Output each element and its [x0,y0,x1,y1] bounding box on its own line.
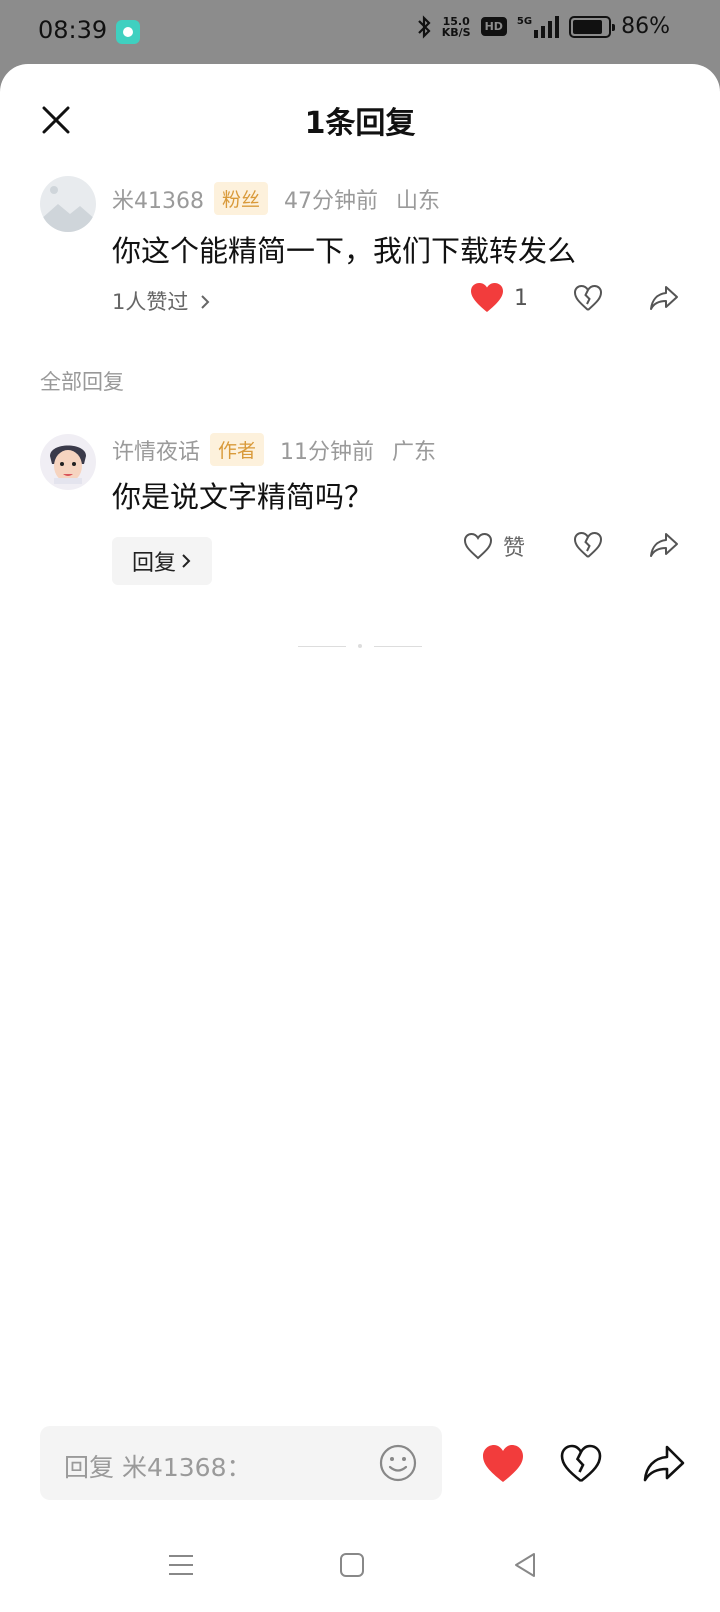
all-replies-label: 全部回复 [40,370,124,394]
comment-location: 山东 [396,188,441,214]
status-bar: 08:39 15.0 KB/S HD 5G 86% [0,0,720,64]
app-notification-icon [116,20,140,44]
reply-like-button[interactable]: 赞 [463,530,525,562]
heart-filled-icon [471,283,503,312]
signal-icon: 5G [517,15,560,38]
hd-icon: HD [480,17,507,36]
reply-username[interactable]: 许情夜话 [112,434,200,466]
system-navigation-bar [0,1522,720,1612]
dislike-button-icon[interactable] [560,1444,602,1484]
avatar-placeholder-icon [40,176,96,232]
back-icon[interactable] [510,1550,540,1580]
cartoon-avatar-icon [40,434,96,490]
menu-icon[interactable] [166,1550,196,1580]
end-of-list-divider [298,644,422,648]
avatar[interactable] [40,176,96,232]
share-icon[interactable] [649,531,679,559]
reply-button[interactable]: 回复 [112,537,212,585]
reply-time: 11分钟前 [280,439,375,465]
comment-meta: 米41368 粉丝 47分钟前 山东 [112,182,440,215]
likes-link[interactable]: 1人赞过 [112,286,211,316]
network-speed: 15.0 KB/S [441,14,471,39]
like-button-heart-icon[interactable] [482,1444,524,1484]
status-icons: 15.0 KB/S HD 5G 86% [416,14,670,39]
battery-icon [569,15,616,38]
chevron-right-icon [201,295,210,309]
home-icon[interactable] [337,1550,367,1580]
battery-percent: 86% [621,14,670,39]
reply-input[interactable]: 回复 米41368： [40,1426,442,1500]
comment-time: 47分钟前 [284,188,379,214]
reply-location: 广东 [392,439,437,465]
reply-text[interactable]: 你是说文字精简吗？ [112,474,373,516]
dislike-icon[interactable] [573,284,603,312]
reply-meta: 许情夜话 作者 11分钟前 广东 [112,433,436,466]
comment-text[interactable]: 你这个能精简一下，我们下载转发么 [112,228,576,270]
comment-username[interactable]: 米41368 [112,183,204,215]
author-badge: 作者 [210,433,265,466]
share-icon[interactable] [649,284,679,312]
reply-like-label: 赞 [503,536,526,561]
heart-outline-icon [463,532,493,560]
comment-like-count: 1 [514,285,528,311]
comment-like-button[interactable]: 1 [470,282,528,314]
avatar[interactable] [40,434,96,490]
chevron-right-icon [182,554,191,568]
share-button-icon[interactable] [642,1444,686,1484]
sheet-title: 1条回复 [304,106,416,141]
status-time: 08:39 [38,16,108,44]
replies-sheet: 1条回复 米41368 粉丝 47分钟前 山东 你这个能精简一下，我们下载转发么… [0,64,720,1612]
bluetooth-icon [417,14,431,39]
emoji-icon[interactable] [378,1443,418,1483]
dislike-icon[interactable] [573,531,603,559]
reply-input-placeholder: 回复 米41368： [64,1453,252,1482]
fan-badge: 粉丝 [214,182,269,215]
